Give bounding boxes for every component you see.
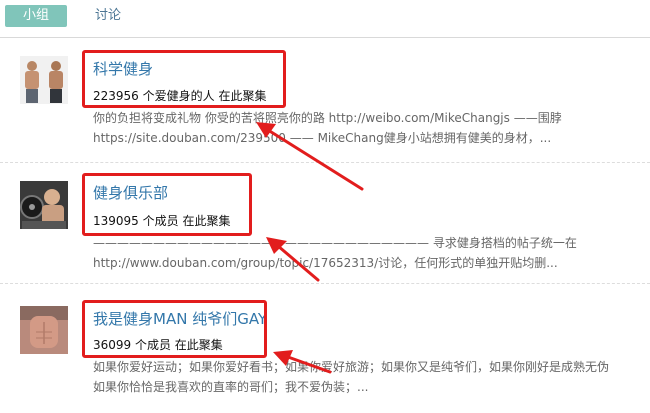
description-line: 如果你爱好运动；如果你爱好看书；如果你爱好旅游；如果你又是纯爷们，如果你刚好是成… <box>93 360 610 374</box>
tab-groups[interactable]: 小组 <box>5 5 67 27</box>
group-description: ———————————————————————————— 寻求健身搭档的帖子统一… <box>93 233 648 273</box>
group-description: 如果你爱好运动；如果你爱好看书；如果你爱好旅游；如果你又是纯爷们，如果你刚好是成… <box>93 357 648 397</box>
group-avatar[interactable] <box>20 306 68 354</box>
tab-bar: 小组 讨论 <box>0 0 650 38</box>
description-line: 如果你恰恰是我喜欢的直率的哥们；我不爱伪装；... <box>93 380 369 394</box>
group-description: 你的负担将变成礼物 你受的苦将照亮你的路 http://weibo.com/Mi… <box>93 108 648 148</box>
tab-discussions[interactable]: 讨论 <box>95 5 121 27</box>
description-line: https://site.douban.com/239500 —— MikeCh… <box>93 131 552 145</box>
annotation-box <box>82 50 286 108</box>
annotation-box <box>82 173 252 236</box>
description-line: 你的负担将变成礼物 你受的苦将照亮你的路 http://weibo.com/Mi… <box>93 111 562 125</box>
group-avatar[interactable] <box>20 181 68 229</box>
annotation-box <box>82 300 267 358</box>
description-line: ———————————————————————————— 寻求健身搭档的帖子统一… <box>93 236 577 250</box>
description-line: http://www.douban.com/group/topic/176523… <box>93 256 558 270</box>
group-avatar[interactable] <box>20 56 68 104</box>
